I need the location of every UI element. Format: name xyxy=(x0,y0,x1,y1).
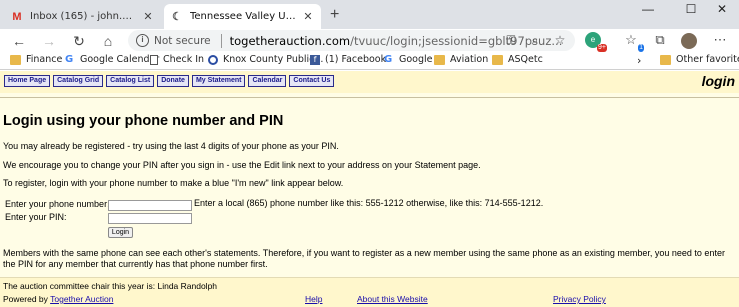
tab-gmail[interactable]: M Inbox (165) - john.mashburn.us@ ✕ xyxy=(4,4,161,29)
site-favicon-icon: ☾ xyxy=(172,11,182,23)
nav-contact-us[interactable]: Contact Us xyxy=(289,75,335,87)
site-nav-links: Home Page Catalog Grid Catalog List Dona… xyxy=(4,75,335,87)
bookmark-facebook[interactable]: f (1) Facebook xyxy=(310,54,386,65)
bookmark-label: Aviation xyxy=(450,54,489,65)
bookmark-google[interactable]: G Google xyxy=(384,54,433,65)
bookmark-label: Google xyxy=(399,54,433,65)
forward-arrow-icon[interactable]: → xyxy=(40,32,58,50)
nav-home-page[interactable]: Home Page xyxy=(4,75,51,87)
bookmark-check-in[interactable]: Check In xyxy=(150,54,204,65)
nav-my-statement[interactable]: My Statement xyxy=(191,75,246,87)
tab-title: Tennessee Valley Unitarian Unive xyxy=(190,11,301,22)
page-title: Login using your phone number and PIN xyxy=(3,113,284,129)
nav-catalog-grid[interactable]: Catalog Grid xyxy=(53,75,104,87)
key-icon[interactable]: ⚿ xyxy=(503,33,519,48)
collections-icon[interactable]: ⧉ xyxy=(651,32,669,50)
minimize-button[interactable]: — xyxy=(630,2,666,16)
nav-calendar[interactable]: Calendar xyxy=(248,75,287,87)
pin-label: Enter your PIN: xyxy=(5,212,67,222)
zoom-icon[interactable]: ⌕ xyxy=(527,33,543,48)
extension-icon[interactable]: e 9+ xyxy=(585,32,607,52)
browser-toolbar: ← → ↻ ⌂ i Not secure togetherauction.com… xyxy=(0,29,739,53)
bookmark-label: Google Calendar xyxy=(80,54,160,65)
favorites-icon[interactable]: ☆ 1 xyxy=(622,32,644,52)
bookmark-label: Other favorites xyxy=(676,54,739,65)
page-content: Home Page Catalog Grid Catalog List Dona… xyxy=(0,71,739,307)
phone-label: Enter your phone number: xyxy=(5,199,110,209)
folder-icon xyxy=(660,54,671,65)
tab-strip: M Inbox (165) - john.mashburn.us@ ✕ ☾ Te… xyxy=(0,0,739,29)
bookmarks-bar: Finance G Google Calendar Check In Knox C… xyxy=(0,53,739,70)
menu-dots-icon[interactable]: ⋯ xyxy=(711,32,729,50)
library-icon xyxy=(208,54,218,65)
bookmark-label: (1) Facebook xyxy=(325,54,387,65)
refresh-icon[interactable]: ↻ xyxy=(70,32,88,50)
home-icon[interactable]: ⌂ xyxy=(99,32,117,50)
login-button[interactable]: Login xyxy=(108,227,133,238)
site-nav-bar: Home Page Catalog Grid Catalog List Dona… xyxy=(0,71,739,93)
profile-avatar[interactable] xyxy=(681,33,699,51)
bookmark-label: Finance xyxy=(26,54,63,65)
window-close-button[interactable]: ✕ xyxy=(704,2,739,16)
security-label: Not secure xyxy=(154,34,211,47)
info-icon[interactable]: i xyxy=(136,34,149,47)
address-divider xyxy=(220,33,222,48)
tab-auction[interactable]: ☾ Tennessee Valley Unitarian Unive ✕ xyxy=(164,4,321,29)
bookmark-asqetc[interactable]: ASQetc xyxy=(492,54,543,65)
intro-paragraph-2: We encourage you to change your PIN afte… xyxy=(3,160,481,170)
url-domain: togetherauction.com xyxy=(229,33,351,48)
favorites-badge: 1 xyxy=(638,44,644,52)
close-icon[interactable]: ✕ xyxy=(301,10,315,23)
together-auction-link[interactable]: Together Auction xyxy=(50,294,113,304)
phone-hint: Enter a local (865) phone number like th… xyxy=(194,198,544,208)
nav-catalog-list[interactable]: Catalog List xyxy=(106,75,155,87)
close-icon[interactable]: ✕ xyxy=(141,10,155,23)
powered-by-label: Powered by xyxy=(3,294,48,304)
page-corner-label: login xyxy=(701,73,735,89)
bookmark-finance[interactable]: Finance xyxy=(10,54,62,65)
bookmark-aviation[interactable]: Aviation xyxy=(434,54,488,65)
pin-input[interactable] xyxy=(108,213,192,224)
privacy-policy-link[interactable]: Privacy Policy xyxy=(553,294,606,304)
page-icon xyxy=(150,54,158,65)
powered-by: Powered by Together Auction xyxy=(3,294,113,304)
bookmark-label: Knox County Public... xyxy=(223,54,324,65)
bookmark-other-favorites[interactable]: Other favorites xyxy=(660,54,739,65)
extension-badge: 9+ xyxy=(597,44,607,52)
gmail-icon: M xyxy=(12,10,22,23)
tab-title: Inbox (165) - john.mashburn.us@ xyxy=(30,11,141,22)
star-icon[interactable]: ☆ xyxy=(552,33,568,47)
divider xyxy=(0,97,739,98)
folder-icon xyxy=(10,54,21,65)
google-icon: G xyxy=(65,54,74,65)
back-arrow-icon[interactable]: ← xyxy=(10,32,28,50)
new-tab-button[interactable]: + xyxy=(330,6,339,24)
about-link[interactable]: About this Website xyxy=(357,294,428,304)
site-footer: The auction committee chair this year is… xyxy=(0,277,739,307)
committee-chair-text: The auction committee chair this year is… xyxy=(3,281,218,291)
phone-input[interactable] xyxy=(108,200,192,211)
nav-donate[interactable]: Donate xyxy=(157,75,189,87)
facebook-icon: f xyxy=(310,54,320,65)
folder-icon xyxy=(434,54,445,65)
help-link[interactable]: Help xyxy=(305,294,322,304)
intro-paragraph-3: To register, login with your phone numbe… xyxy=(3,178,344,188)
google-icon: G xyxy=(384,54,393,65)
chevron-right-icon[interactable]: › xyxy=(637,54,641,67)
bookmark-label: Check In xyxy=(163,54,205,65)
members-note: Members with the same phone can see each… xyxy=(3,248,725,269)
folder-icon xyxy=(492,54,503,65)
bookmark-google-calendar[interactable]: G Google Calendar xyxy=(65,54,159,65)
bookmark-label: ASQetc xyxy=(508,54,543,65)
intro-paragraph-1: You may already be registered - try usin… xyxy=(3,141,339,151)
bookmark-knox-county[interactable]: Knox County Public... xyxy=(208,54,323,65)
